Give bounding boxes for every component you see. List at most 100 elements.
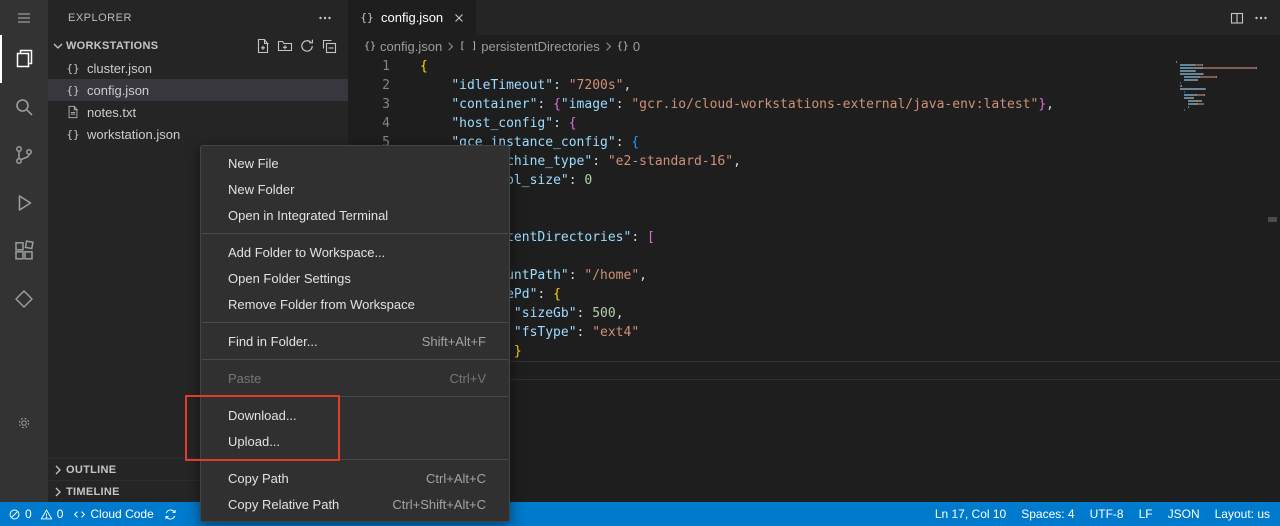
close-icon[interactable] [450,9,468,27]
cloud-code-status[interactable]: Cloud Code [73,502,153,526]
menu-item-label: Remove Folder from Workspace [228,297,415,312]
tab-config-json[interactable]: {} config.json [348,0,476,35]
chevron-right-icon [50,462,66,478]
line-number: 3 [348,95,420,114]
menu-item-upload[interactable]: Upload... [201,428,509,454]
chevron-down-icon [50,38,66,54]
menu-item-label: New File [228,156,279,171]
menu-item-open-folder-settings[interactable]: Open Folder Settings [201,265,509,291]
code-text: "host_config": { [420,114,577,133]
new-file-button[interactable] [252,35,274,57]
menu-item-copy-relative-path[interactable]: Copy Relative PathCtrl+Shift+Alt+C [201,491,509,517]
breadcrumb-separator-icon [443,39,458,54]
collapse-all-button[interactable] [318,35,340,57]
menu-item-label: Paste [228,371,261,386]
outline-panel-label: OUTLINE [66,464,116,476]
menu-item-label: Upload... [228,434,280,449]
menu-item-new-folder[interactable]: New Folder [201,176,509,202]
menu-separator [202,359,508,360]
breadcrumb-config-json[interactable]: {}config.json [364,39,442,54]
activity-bar-menu[interactable] [0,0,48,35]
menu-separator [202,396,508,397]
menu-item-remove-folder-from-workspace[interactable]: Remove Folder from Workspace [201,291,509,317]
text-file-icon [66,105,80,119]
activity-bar-search[interactable] [0,83,48,131]
line-number: 1 [348,57,420,76]
overview-ruler-mark [1268,217,1277,222]
menu-item-new-file[interactable]: New File [201,150,509,176]
code-text: "container": {"image": "gcr.io/cloud-wor… [420,95,1054,114]
activity-bar-run-debug[interactable] [0,179,48,227]
sync-status[interactable] [164,502,177,526]
workspace-section-header[interactable]: WORKSTATIONS [48,35,348,57]
breadcrumb: {}config.json [ ]persistentDirectories {}0 [348,35,1280,57]
file-notes-txt[interactable]: notes.txt [48,101,348,123]
new-folder-button[interactable] [274,35,296,57]
status-keyboard-layout[interactable]: Layout: us [1215,507,1270,521]
menu-item-find-in-folder[interactable]: Find in Folder...Shift+Alt+F [201,328,509,354]
status-eol[interactable]: LF [1139,507,1153,521]
json-file-icon: {} [66,128,80,141]
minimap[interactable] [1176,61,1268,112]
activity-bar-cloud-code[interactable] [0,275,48,323]
status-cursor-position[interactable]: Ln 17, Col 10 [935,507,1006,521]
file-list: {} cluster.json {}config.json notes.txt {}wo… [48,57,348,145]
cloud-code-icon [12,287,36,311]
code-line[interactable]: 4 "host_config": { [348,114,1280,133]
activity-bar-source-control[interactable] [0,131,48,179]
run-debug-icon [12,191,36,215]
menu-item-paste[interactable]: PasteCtrl+V [201,365,509,391]
activity-bar-settings[interactable] [0,405,48,440]
status-encoding[interactable]: UTF-8 [1090,507,1124,521]
refresh-button[interactable] [296,35,318,57]
status-language-mode[interactable]: JSON [1168,507,1200,521]
code-text: "idleTimeout": "7200s", [420,76,631,95]
cloud-code-label: Cloud Code [90,507,153,521]
menu-item-label: New Folder [228,182,294,197]
search-icon [12,95,36,119]
warning-icon [40,508,53,521]
sync-icon [164,508,177,521]
menu-item-download[interactable]: Download... [201,402,509,428]
menu-item-add-folder-to-workspace[interactable]: Add Folder to Workspace... [201,239,509,265]
problems-status[interactable]: 0 0 [8,502,63,526]
activity-bar-explorer[interactable] [0,35,48,83]
menu-item-open-in-integrated-terminal[interactable]: Open in Integrated Terminal [201,202,509,228]
file-label: notes.txt [87,105,136,120]
views-and-more-actions-button[interactable] [314,7,336,29]
sidebar-header: EXPLORER [48,0,348,35]
code-text: { [420,57,428,76]
error-count: 0 [25,507,32,521]
breadcrumb-0[interactable]: {}0 [617,39,640,54]
code-line[interactable]: 1{ [348,57,1280,76]
file-cluster-json[interactable]: {} cluster.json [48,57,348,79]
tab-bar: {} config.json [348,0,1280,35]
menu-item-label: Copy Path [228,471,289,486]
code-line[interactable]: 3 "container": {"image": "gcr.io/cloud-w… [348,95,1280,114]
activity-bar-extensions[interactable] [0,227,48,275]
code-line[interactable]: 2 "idleTimeout": "7200s", [348,76,1280,95]
ellipsis-icon [317,10,333,26]
symbol-icon: {} [617,41,629,52]
menu-item-label: Open in Integrated Terminal [228,208,388,223]
file-config-json[interactable]: {}config.json [48,79,348,101]
split-editor-button[interactable] [1226,7,1248,29]
file-label: cluster.json [87,61,152,76]
json-file-icon: {} [66,62,80,75]
more-actions-button[interactable] [1250,7,1272,29]
menu-item-label: Add Folder to Workspace... [228,245,385,260]
status-bar: 0 0 Cloud Code Ln 17, Col 10 Spaces: 4 UTF… [0,502,1280,526]
file-workstation-json[interactable]: {}workstation.json [48,123,348,145]
menu-item-copy-path[interactable]: Copy PathCtrl+Alt+C [201,465,509,491]
line-number: 4 [348,114,420,133]
refresh-icon [299,38,315,54]
workstation-ide-window: EXPLORER WORKSTATIONS {}cluster.json{}co… [0,0,1280,526]
tab-label: config.json [381,10,443,25]
extensions-icon [12,239,36,263]
menu-item-label: Copy Relative Path [228,497,339,512]
collapse-all-icon [321,38,337,54]
menu-item-label: Open Folder Settings [228,271,351,286]
status-indentation[interactable]: Spaces: 4 [1021,507,1074,521]
breadcrumb-persistentdirectories[interactable]: [ ]persistentDirectories [459,39,600,54]
menu-item-label: Download... [228,408,297,423]
